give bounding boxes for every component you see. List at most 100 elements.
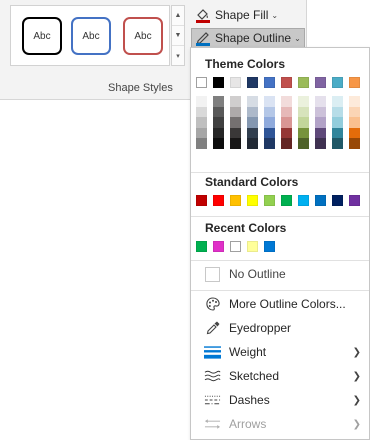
standard-color-swatch[interactable] — [281, 195, 292, 206]
theme-shade-swatch[interactable] — [213, 96, 224, 107]
theme-shade-swatch[interactable] — [281, 127, 292, 138]
theme-shade-swatch[interactable] — [264, 96, 275, 107]
theme-shade-swatch[interactable] — [332, 106, 343, 117]
theme-shade-swatch[interactable] — [247, 96, 258, 107]
theme-shade-swatch[interactable] — [213, 138, 224, 149]
no-outline-item[interactable]: No Outline — [191, 262, 369, 286]
theme-color-swatch[interactable] — [196, 77, 207, 88]
theme-color-swatch[interactable] — [230, 77, 241, 88]
theme-shade-swatch[interactable] — [349, 127, 360, 138]
recent-color-swatch[interactable] — [196, 241, 207, 252]
theme-shade-swatch[interactable] — [332, 138, 343, 149]
theme-shade-swatch[interactable] — [281, 138, 292, 149]
style-swatch-label: Abc — [82, 30, 100, 42]
menu-item-sketched[interactable]: Sketched ❯ — [191, 364, 369, 388]
theme-color-swatch[interactable] — [298, 77, 309, 88]
standard-color-swatch[interactable] — [349, 195, 360, 206]
theme-shade-swatch[interactable] — [230, 96, 241, 107]
theme-shade-swatch[interactable] — [230, 106, 241, 117]
shape-style-black[interactable]: Abc — [22, 17, 62, 55]
gallery-more-icon[interactable]: ▾ — [172, 46, 184, 66]
theme-shade-swatch[interactable] — [315, 96, 326, 107]
theme-shade-swatch[interactable] — [281, 106, 292, 117]
menu-item-weight[interactable]: Weight ❯ — [191, 340, 369, 364]
theme-color-swatch[interactable] — [315, 77, 326, 88]
theme-shade-column — [332, 96, 343, 149]
theme-shade-swatch[interactable] — [298, 138, 309, 149]
theme-shade-swatch[interactable] — [213, 117, 224, 128]
theme-shade-swatch[interactable] — [349, 117, 360, 128]
theme-shade-swatch[interactable] — [349, 96, 360, 107]
menu-item-eyedropper[interactable]: Eyedropper — [191, 316, 369, 340]
theme-shade-swatch[interactable] — [230, 127, 241, 138]
theme-shade-swatch[interactable] — [315, 117, 326, 128]
theme-shade-swatch[interactable] — [315, 106, 326, 117]
theme-color-swatch[interactable] — [349, 77, 360, 88]
theme-color-swatch[interactable] — [281, 77, 292, 88]
theme-shade-swatch[interactable] — [213, 127, 224, 138]
theme-shade-swatch[interactable] — [315, 138, 326, 149]
recent-color-swatch[interactable] — [247, 241, 258, 252]
theme-shade-swatch[interactable] — [298, 127, 309, 138]
theme-shade-swatch[interactable] — [247, 117, 258, 128]
standard-colors-row — [196, 195, 366, 206]
theme-shade-swatch[interactable] — [230, 117, 241, 128]
theme-shade-swatch[interactable] — [196, 96, 207, 107]
theme-color-swatch[interactable] — [213, 77, 224, 88]
theme-shade-swatch[interactable] — [196, 138, 207, 149]
menu-item-label: Eyedropper — [229, 321, 292, 335]
theme-color-swatch[interactable] — [247, 77, 258, 88]
shape-outline-button[interactable]: Shape Outline ⌄ — [191, 28, 305, 48]
theme-shade-swatch[interactable] — [332, 96, 343, 107]
standard-color-swatch[interactable] — [247, 195, 258, 206]
theme-shade-swatch[interactable] — [264, 106, 275, 117]
palette-icon — [204, 296, 221, 312]
standard-color-swatch[interactable] — [332, 195, 343, 206]
menu-item-dashes[interactable]: Dashes ❯ — [191, 388, 369, 412]
menu-item-more-outline-colors[interactable]: More Outline Colors... — [191, 292, 369, 316]
theme-shade-swatch[interactable] — [196, 106, 207, 117]
shape-fill-button[interactable]: Shape Fill ⌄ — [192, 5, 281, 25]
standard-color-swatch[interactable] — [230, 195, 241, 206]
standard-color-swatch[interactable] — [264, 195, 275, 206]
theme-shade-swatch[interactable] — [196, 117, 207, 128]
theme-shade-swatch[interactable] — [196, 127, 207, 138]
theme-shade-swatch[interactable] — [298, 117, 309, 128]
theme-shade-swatch[interactable] — [332, 127, 343, 138]
theme-shade-swatch[interactable] — [247, 106, 258, 117]
theme-color-swatch[interactable] — [332, 77, 343, 88]
theme-color-swatch[interactable] — [264, 77, 275, 88]
recent-color-swatch[interactable] — [264, 241, 275, 252]
chevron-right-icon: ❯ — [352, 394, 361, 406]
theme-shade-swatch[interactable] — [332, 117, 343, 128]
theme-shade-swatch[interactable] — [264, 127, 275, 138]
theme-shade-swatch[interactable] — [349, 106, 360, 117]
recent-color-swatch[interactable] — [213, 241, 224, 252]
theme-shade-swatch[interactable] — [213, 106, 224, 117]
theme-shade-swatch[interactable] — [247, 138, 258, 149]
shape-style-blue[interactable]: Abc — [71, 17, 111, 55]
menu-item-arrows[interactable]: Arrows ❯ — [191, 412, 369, 436]
recent-color-swatch[interactable] — [230, 241, 241, 252]
theme-shade-swatch[interactable] — [264, 117, 275, 128]
theme-shade-swatch[interactable] — [298, 96, 309, 107]
theme-shade-swatch[interactable] — [315, 127, 326, 138]
theme-shade-swatch[interactable] — [281, 96, 292, 107]
shape-style-red[interactable]: Abc — [123, 17, 163, 55]
standard-color-swatch[interactable] — [315, 195, 326, 206]
theme-shade-swatch[interactable] — [247, 127, 258, 138]
gallery-scroll-down-icon[interactable]: ▼ — [172, 26, 184, 46]
theme-shade-column — [196, 96, 207, 149]
theme-shade-swatch[interactable] — [281, 117, 292, 128]
gallery-scroll-up-icon[interactable]: ▲ — [172, 6, 184, 26]
standard-color-swatch[interactable] — [298, 195, 309, 206]
standard-color-swatch[interactable] — [213, 195, 224, 206]
theme-shade-column — [315, 96, 326, 149]
theme-shade-swatch[interactable] — [298, 106, 309, 117]
theme-shade-swatch[interactable] — [349, 138, 360, 149]
chevron-down-icon: ⌄ — [271, 10, 279, 20]
standard-color-swatch[interactable] — [196, 195, 207, 206]
theme-shade-swatch[interactable] — [264, 138, 275, 149]
shape-fill-label: Shape Fill — [215, 8, 269, 22]
theme-shade-swatch[interactable] — [230, 138, 241, 149]
